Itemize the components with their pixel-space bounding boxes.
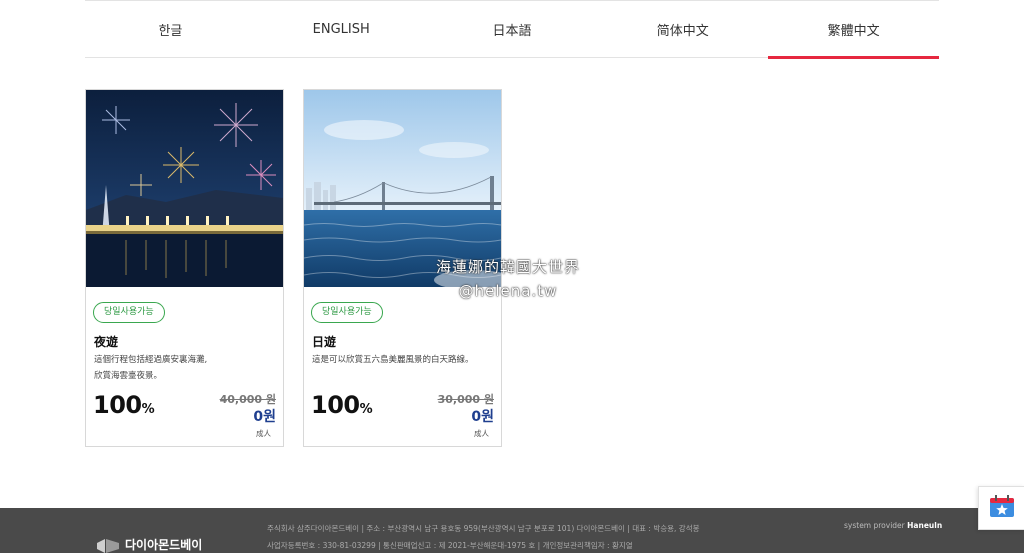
- discount-rate: 100%: [311, 391, 373, 419]
- original-price: 40,000 원: [219, 393, 276, 406]
- product-photo-night[interactable]: [86, 90, 283, 287]
- tab-japanese[interactable]: 日本語: [427, 1, 598, 57]
- footer-logo[interactable]: 다이아몬드베이: [97, 536, 202, 553]
- tab-simplified-chinese[interactable]: 简体中文: [597, 1, 768, 57]
- original-price: 30,000 원: [437, 393, 494, 406]
- tab-traditional-chinese[interactable]: 繁體中文: [768, 1, 939, 59]
- watermark: 海蓮娜的韓國大世界 @helena.tw: [436, 255, 580, 303]
- tab-korean[interactable]: 한글: [85, 1, 256, 57]
- product-description: 這是可以欣賞五六島美麗風景的白天路線。: [312, 352, 497, 368]
- discount-unit: %: [141, 402, 155, 417]
- sale-price: 0원: [253, 409, 276, 425]
- description-line: 欣賞海雲臺夜景。: [94, 371, 163, 381]
- floating-calendar-button[interactable]: [978, 486, 1024, 530]
- watermark-line: @helena.tw: [458, 282, 558, 300]
- discount-unit: %: [359, 402, 373, 417]
- same-day-badge: 당일사용가능: [93, 302, 165, 323]
- footer: 다이아몬드베이 주식회사 삼주다이아몬드베이 | 주소 : 부산광역시 남구 용…: [0, 508, 1024, 553]
- logo-text: 다이아몬드베이: [125, 538, 203, 552]
- description-line: 這個行程包括經過廣安裏海灘,: [94, 355, 208, 365]
- provider-prefix: system provider: [844, 521, 905, 530]
- age-category: 成人: [474, 429, 489, 438]
- product-title[interactable]: 日遊: [312, 333, 336, 350]
- diamond-logo-icon: [97, 537, 119, 553]
- info-line: 사업자등록번호 : 330-81-03299 | 통신판매업신고 : 제 202…: [267, 541, 633, 550]
- discount-rate: 100%: [93, 391, 155, 419]
- discount-value: 100: [311, 391, 360, 419]
- system-provider: system provider Haneuln: [844, 521, 942, 530]
- tab-english[interactable]: ENGLISH: [256, 1, 427, 57]
- description-line: 這是可以欣賞五六島美麗風景的白天路線。: [312, 355, 474, 365]
- company-info: 주식회사 삼주다이아몬드베이 | 주소 : 부산광역시 남구 용호동 959(부…: [267, 520, 700, 554]
- info-line: 주식회사 삼주다이아몬드베이 | 주소 : 부산광역시 남구 용호동 959(부…: [267, 524, 700, 533]
- calendar-star-icon: [989, 494, 1015, 522]
- discount-value: 100: [93, 391, 142, 419]
- product-description: 這個行程包括經過廣安裏海灘, 欣賞海雲臺夜景。: [94, 352, 279, 384]
- sale-price: 0원: [471, 409, 494, 425]
- product-title[interactable]: 夜遊: [94, 333, 118, 350]
- language-tabs: 한글 ENGLISH 日本語 简体中文 繁體中文: [85, 0, 939, 59]
- product-card-night[interactable]: 당일사용가능 夜遊 這個行程包括經過廣安裏海灘, 欣賞海雲臺夜景。 100% 4…: [85, 89, 284, 447]
- provider-name: Haneuln: [907, 521, 943, 530]
- watermark-line: 海蓮娜的韓國大世界: [436, 258, 581, 276]
- age-category: 成人: [256, 429, 271, 438]
- same-day-badge: 당일사용가능: [311, 302, 383, 323]
